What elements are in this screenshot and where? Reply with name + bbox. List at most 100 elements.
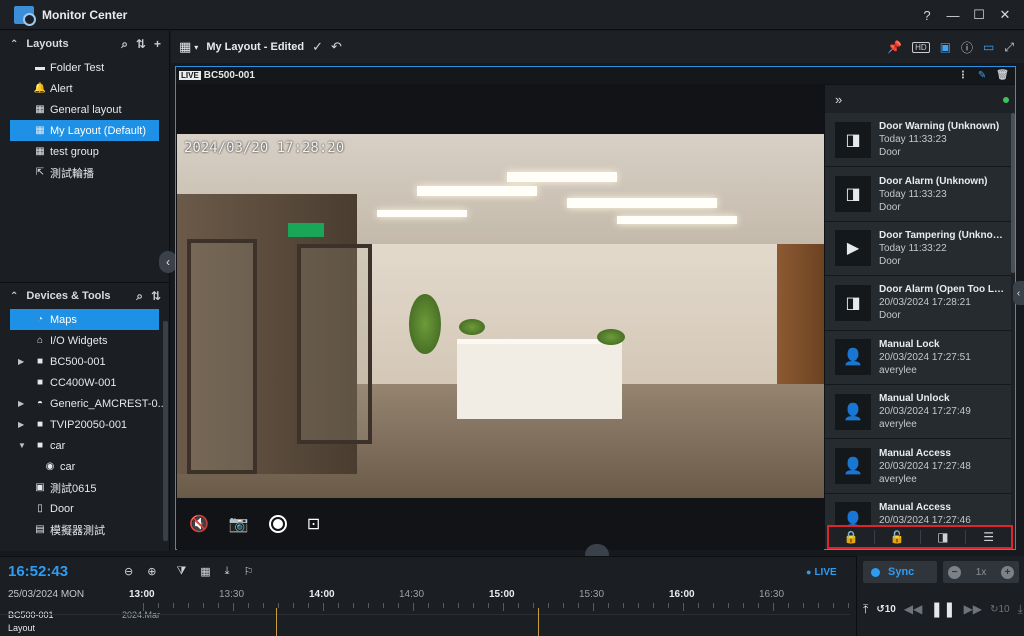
undo-icon[interactable]: ↶ — [331, 39, 342, 55]
delete-icon[interactable]: 🗑 — [996, 70, 1009, 81]
event-item[interactable]: ◨ Door Alarm (Open Too Lon... 20/03/2024 1… — [825, 276, 1011, 331]
save-check-icon[interactable]: ✓ — [312, 39, 323, 55]
event-title: Manual Unlock — [879, 393, 950, 405]
layout-picker-button[interactable]: ▦ ▾ — [179, 39, 198, 55]
zoom-out-icon[interactable]: ⊖ — [124, 565, 133, 578]
minimize-button[interactable]: — — [940, 8, 966, 23]
help-button[interactable]: ? — [914, 8, 940, 23]
sort-icon[interactable]: ⇅ — [151, 289, 161, 304]
sync-button[interactable]: Sync — [863, 561, 937, 583]
device-item[interactable]: ▼ ■ car — [0, 435, 169, 456]
device-item[interactable]: ◉ car — [0, 456, 169, 477]
device-item[interactable]: ▣ 測試0615 — [0, 477, 169, 498]
event-text: Door Alarm (Unknown) Today 11:33:23 Door — [879, 175, 1009, 214]
collapse-events-icon[interactable]: » — [835, 92, 842, 107]
device-item[interactable]: ⌂ I/O Widgets — [0, 330, 169, 351]
device-item[interactable]: ▶ ■ TVIP20050-001 — [0, 414, 169, 435]
layout-item[interactable]: ⇱ 測試輪播 — [0, 162, 169, 183]
event-list-scrollbar[interactable] — [1011, 113, 1015, 273]
devices-header[interactable]: ⌃ Devices & Tools ⌕ ⇅ — [0, 283, 169, 309]
live-video-feed[interactable]: 2024/03/20 17:28:20 — [177, 134, 824, 498]
timeline-ruler[interactable]: 13:00 13:30 14:00 14:30 15:00 15:30 16:00 16:30 — [110, 587, 850, 635]
chevron-right-icon[interactable]: ▶ — [18, 357, 24, 366]
snapshot-icon[interactable]: 📷 — [229, 514, 249, 534]
window-icon[interactable]: ▭ — [983, 40, 994, 54]
user-icon: 👤 — [835, 502, 871, 525]
skip-back-button[interactable]: ↺10 — [876, 604, 896, 615]
pause-button[interactable]: ❚❚ — [930, 600, 955, 618]
device-item[interactable]: ▯ Door — [0, 498, 169, 519]
glass-door — [187, 239, 257, 474]
sync-toggle-icon — [871, 567, 880, 577]
fullscreen-icon[interactable]: ⤢ — [1004, 40, 1014, 55]
event-item[interactable]: 👤 Manual Access 20/03/2024 17:27:48 averyle… — [825, 439, 1011, 494]
camera-viewport[interactable]: LIVE BC500-001 ⋮ ✎ 🗑 2024/03/20 17:28:20… — [175, 66, 1016, 550]
chevron-up-icon[interactable]: ⌃ — [10, 39, 18, 50]
layout-item[interactable]: ▦ General layout — [0, 99, 169, 120]
device-list-scrollbar[interactable] — [163, 321, 168, 541]
search-icon[interactable]: ⌕ — [136, 289, 143, 304]
sync-label: Sync — [888, 566, 915, 578]
expand-right-panel-button[interactable]: ‹ — [1013, 281, 1024, 305]
maximize-button[interactable]: ☐ — [966, 7, 992, 23]
timeline-tick-label: 15:00 — [489, 589, 515, 600]
event-item[interactable]: 👤 Manual Unlock 20/03/2024 17:27:49 averyle… — [825, 384, 1011, 440]
device-item[interactable]: ▶ ◓ Generic_AMCREST-0... — [0, 393, 169, 414]
info-icon[interactable]: ⓘ — [961, 39, 973, 56]
pin-icon[interactable]: 📌 — [887, 40, 902, 54]
door-access-icon[interactable]: ◨ — [921, 530, 967, 544]
skip-forward-button[interactable]: ↻10 — [990, 604, 1010, 615]
digital-zoom-icon[interactable]: ⊡ — [307, 514, 320, 534]
calendar-icon[interactable]: ▦ — [200, 565, 210, 578]
event-item[interactable]: ▶ Door Tampering (Unknown) Today 11:33:22 D… — [825, 221, 1011, 277]
device-item[interactable]: ▶ ■ BC500-001 — [0, 351, 169, 372]
timeline-tick — [428, 603, 429, 608]
rewind-icon[interactable]: ◀◀ — [904, 602, 922, 616]
bookmark-icon[interactable]: ⚐ — [244, 565, 254, 578]
layout-item[interactable]: ▬ Folder Test — [0, 57, 169, 78]
record-button[interactable] — [268, 515, 287, 533]
device-item[interactable]: ■ CC400W-001 — [0, 372, 169, 393]
layout-item-label: test group — [50, 145, 99, 158]
snapshot-view-icon[interactable]: ▣ — [940, 40, 951, 54]
next-recording-icon[interactable]: ⤓ — [1018, 602, 1023, 617]
chevron-up-icon[interactable]: ⌃ — [10, 291, 18, 302]
layout-toolbar: ▦ ▾ My Layout - Edited ✓ ↶ 📌 HD ▣ ⓘ ▭ ⤢ — [171, 31, 1024, 63]
add-icon[interactable]: + — [154, 37, 161, 52]
more-icon[interactable]: ⋮ — [958, 70, 968, 81]
event-item[interactable]: ◨ Door Warning (Unknown) Today 11:33:23 Doo… — [825, 113, 1011, 168]
device-item[interactable]: ▤ 模擬器測試 — [0, 519, 169, 540]
layouts-header[interactable]: ⌃ Layouts ⌕ ⇅ + — [0, 31, 169, 57]
filter-icon[interactable]: ⧩ — [176, 565, 186, 578]
pin-icon[interactable]: ✎ — [978, 70, 986, 81]
bell-icon: 🔔 — [33, 83, 47, 94]
sort-icon[interactable]: ⇅ — [136, 37, 146, 52]
chevron-right-icon[interactable]: ▶ — [18, 399, 24, 408]
chevron-down-icon[interactable]: ▼ — [18, 441, 26, 450]
speed-decrease-button[interactable]: − — [948, 565, 961, 579]
download-icon[interactable]: ⤓ — [225, 565, 230, 578]
layout-item[interactable]: ▦ My Layout (Default) — [10, 120, 159, 141]
unlock-icon[interactable]: 🔓 — [875, 530, 921, 544]
event-item[interactable]: 👤 Manual Lock 20/03/2024 17:27:51 averylee — [825, 330, 1011, 385]
stream-quality-icon[interactable]: HD — [912, 41, 930, 53]
zoom-in-icon[interactable]: ⊕ — [147, 565, 156, 578]
event-item[interactable]: ◨ Door Alarm (Unknown) Today 11:33:23 Door — [825, 167, 1011, 222]
live-indicator[interactable]: LIVE — [806, 567, 836, 578]
chevron-right-icon[interactable]: ▶ — [18, 420, 24, 429]
layout-item[interactable]: 🔔 Alert — [0, 78, 169, 99]
speed-increase-button[interactable]: + — [1001, 565, 1014, 579]
layout-item[interactable]: ▦ test group — [0, 141, 169, 162]
close-button[interactable]: ✕ — [992, 7, 1018, 23]
previous-recording-icon[interactable]: ⤒ — [863, 602, 868, 617]
lock-icon[interactable]: 🔒 — [829, 530, 875, 544]
device-item[interactable]: ◔ Maps — [10, 309, 159, 330]
search-icon[interactable]: ⌕ — [121, 37, 128, 52]
log-icon[interactable]: ☰ — [966, 530, 1011, 544]
mute-icon[interactable]: 🔇 — [189, 514, 209, 534]
video-controls: 🔇 📷 ⊡ — [177, 498, 824, 550]
fast-forward-icon[interactable]: ▶▶ — [964, 602, 982, 616]
event-time: 20/03/2024 17:28:21 — [879, 297, 971, 309]
event-item[interactable]: 👤 Manual Access20/03/2024 17:27:46averyle… — [825, 493, 1011, 525]
camera-icon: ■ — [36, 419, 44, 430]
